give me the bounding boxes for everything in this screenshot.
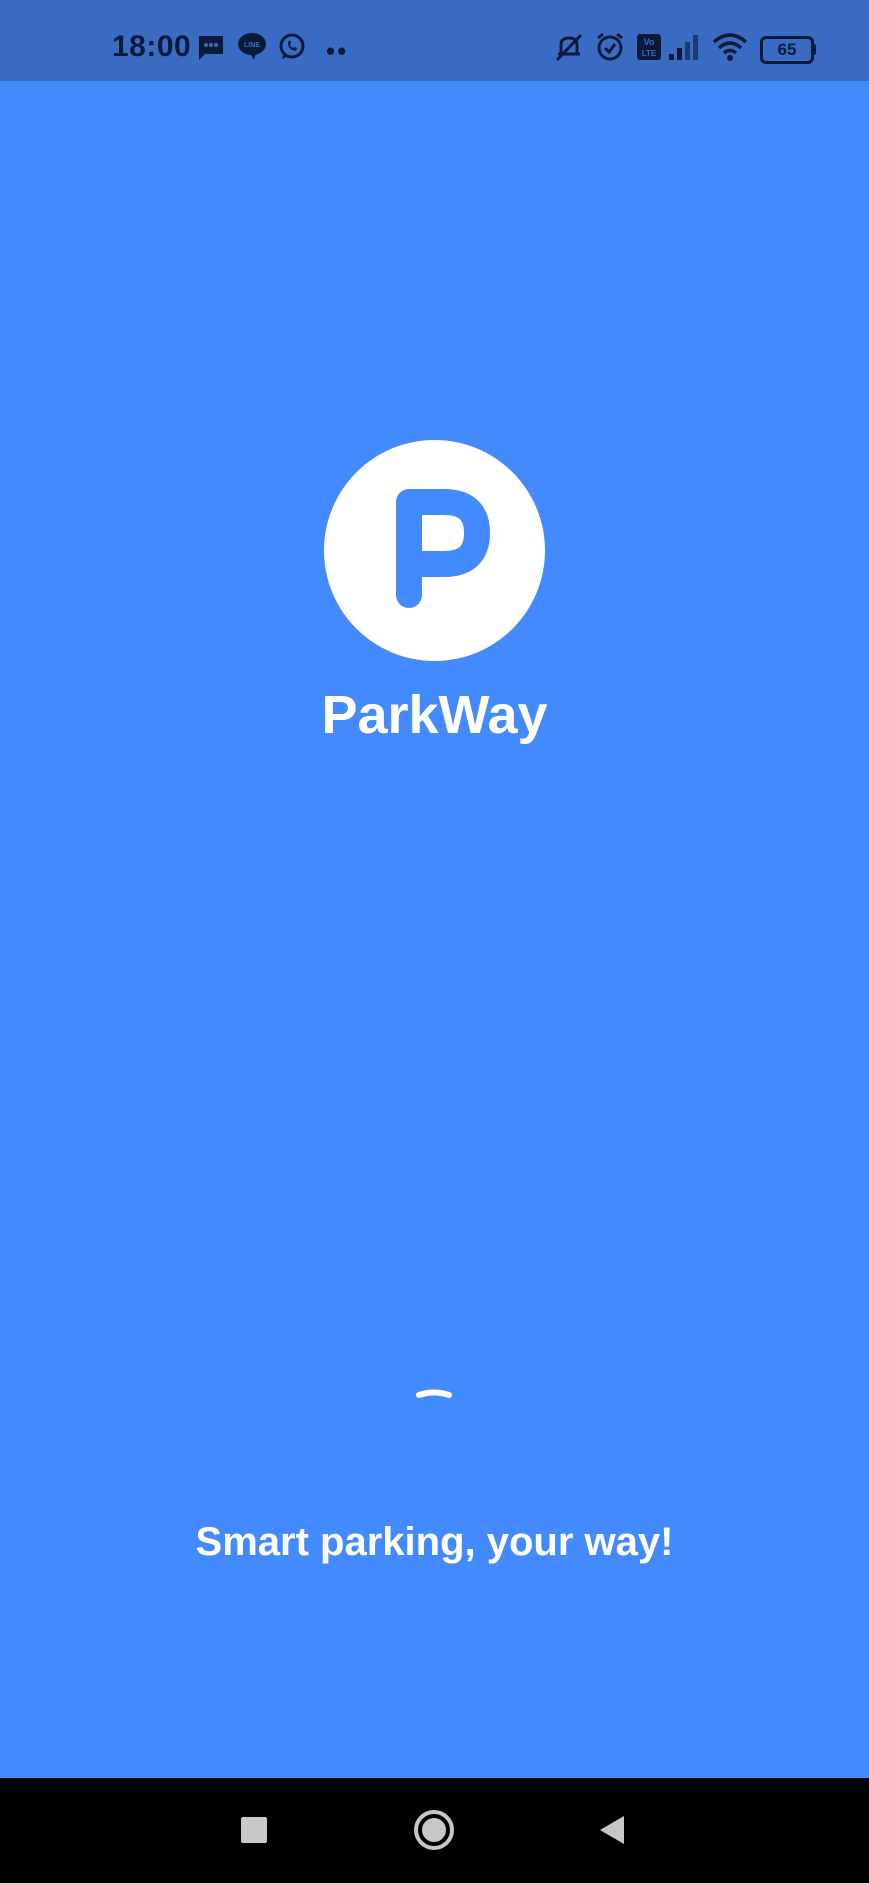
parking-p-icon — [396, 489, 490, 608]
loading-spinner-icon — [416, 1389, 452, 1398]
svg-text:LTE: LTE — [642, 49, 657, 58]
line-icon: LINE — [238, 33, 266, 60]
app-logo — [324, 440, 545, 661]
home-button[interactable] — [413, 1809, 455, 1851]
status-bar: 18:00 LINE •• Vo LTE 65 — [0, 0, 869, 81]
splash-screen: 18:00 LINE •• Vo LTE 65 ParkWay Smart pa… — [0, 0, 869, 1883]
whatsapp-icon — [279, 33, 305, 59]
wifi-icon — [712, 33, 748, 61]
battery-icon: 65 — [760, 36, 814, 64]
recents-button[interactable] — [241, 1817, 267, 1843]
svg-text:Vo: Vo — [644, 37, 655, 47]
more-notifications-icon: •• — [326, 36, 349, 66]
tagline: Smart parking, your way! — [195, 1520, 674, 1564]
status-time: 18:00 — [112, 30, 192, 63]
volte-icon: Vo LTE — [637, 34, 661, 60]
alarm-icon — [597, 32, 623, 61]
signal-icon — [669, 35, 698, 60]
mute-icon — [555, 33, 583, 62]
message-icon — [199, 36, 223, 60]
battery-tip — [812, 44, 816, 55]
svg-text:LINE: LINE — [244, 42, 260, 49]
back-button[interactable] — [597, 1814, 627, 1846]
app-name: ParkWay — [321, 685, 548, 745]
